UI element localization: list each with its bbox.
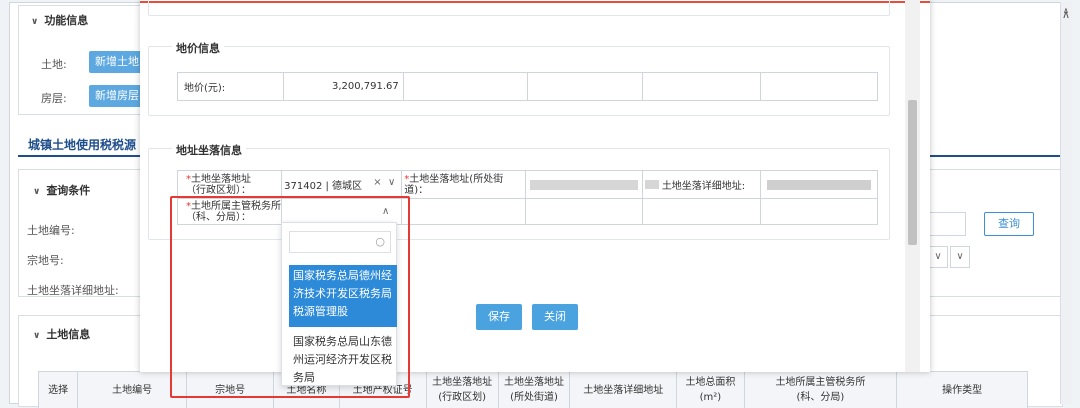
- detail-address-label-cell: 土地坐落详细地址:: [641, 170, 761, 199]
- section-title: 城镇土地使用税税源: [28, 138, 137, 152]
- land-price-value[interactable]: 3,200,791.67: [282, 72, 404, 101]
- grid-cell: [760, 72, 878, 101]
- scrollbar-thumb[interactable]: [908, 100, 917, 245]
- address-detail-label: 土地坐落详细地址:: [27, 284, 119, 297]
- land-price-grid: 地价(元): 3,200,791.67: [177, 72, 878, 101]
- save-button[interactable]: 保存: [476, 304, 522, 330]
- land-price-legend: 地价信息: [172, 40, 224, 56]
- chevron-down-icon[interactable]: ∨: [33, 187, 40, 197]
- add-house-button[interactable]: 新增房层: [89, 85, 145, 107]
- grid-cell: [401, 198, 527, 225]
- land-label: 土地:: [41, 58, 67, 71]
- admin-region-label: 土地坐落地址 （行政区划）：: [186, 173, 251, 196]
- clear-icon[interactable]: ×: [373, 177, 381, 188]
- blurred-text: [644, 180, 659, 189]
- detail-address-value-cell[interactable]: [759, 170, 879, 199]
- table-header-tax-office: 土地所属主管税务所 (科、分局): [743, 371, 898, 408]
- street-label: 土地坐落地址(所处街道)：: [404, 173, 504, 196]
- street-label-cell: *土地坐落地址(所处街道)：: [401, 170, 527, 199]
- grid-cell: [759, 198, 879, 225]
- grid-cell: [641, 198, 761, 225]
- parcel-number-label: 宗地号:: [27, 254, 64, 267]
- close-button[interactable]: 关闭: [532, 304, 578, 330]
- page-scrollbar[interactable]: ∧: [1060, 2, 1072, 404]
- land-number-label: 土地编号:: [27, 224, 75, 237]
- land-info-title: ∨ 土地信息: [33, 328, 91, 341]
- table-header-operation: 操作类型: [896, 371, 1028, 408]
- table-header-street: 土地坐落地址 (所处街道): [497, 371, 571, 408]
- grid-cell: [525, 198, 643, 225]
- admin-region-label-cell: *土地坐落地址 （行政区划）：: [176, 170, 283, 199]
- grid-cell: [402, 72, 528, 101]
- table-header-detail-address: 土地坐落详细地址: [569, 371, 678, 408]
- function-info-title: ∨ 功能信息: [31, 14, 89, 27]
- bg-select-2[interactable]: ∨: [950, 246, 970, 268]
- chevron-down-icon[interactable]: ∨: [31, 17, 38, 27]
- previous-fieldset: [148, 0, 890, 16]
- house-label: 房层:: [41, 92, 67, 105]
- bg-input[interactable]: [928, 212, 966, 236]
- table-header-select: 选择: [37, 371, 79, 408]
- table-header-area: 土地总面积 (m²): [676, 371, 745, 408]
- chevron-down-icon[interactable]: ∨: [33, 331, 40, 341]
- table-header-admin-region: 土地坐落地址 (行政区划): [425, 371, 499, 408]
- highlight-box: [170, 196, 410, 398]
- address-legend: 地址坐落信息: [172, 142, 246, 158]
- detail-address-label: 土地坐落详细地址:: [661, 181, 746, 192]
- chevron-up-icon[interactable]: ∧: [1062, 8, 1070, 21]
- admin-region-value: 371402 | 德城区: [284, 181, 363, 192]
- query-title: ∨ 查询条件: [33, 184, 91, 197]
- blurred-street-value: [530, 179, 638, 190]
- land-price-label: 地价(元):: [177, 72, 284, 101]
- street-value-cell[interactable]: [525, 170, 643, 199]
- admin-region-select[interactable]: 371402 | 德城区 × ∨: [281, 170, 403, 199]
- grid-cell: [642, 72, 762, 101]
- add-land-button[interactable]: 新增土地: [89, 51, 145, 73]
- chevron-down-icon: ∨: [956, 251, 964, 262]
- bg-select-1[interactable]: ∨: [928, 246, 948, 268]
- query-button[interactable]: 查询: [984, 212, 1034, 236]
- chevron-down-icon: ∨: [934, 251, 942, 262]
- chevron-down-icon[interactable]: ∨: [388, 177, 395, 188]
- function-info-panel: ∨ 功能信息 土地: 新增土地 房层: 新增房层: [18, 5, 145, 115]
- blurred-detail-value: [766, 179, 871, 190]
- grid-cell: [526, 72, 644, 101]
- modal-scrollbar[interactable]: [905, 0, 920, 372]
